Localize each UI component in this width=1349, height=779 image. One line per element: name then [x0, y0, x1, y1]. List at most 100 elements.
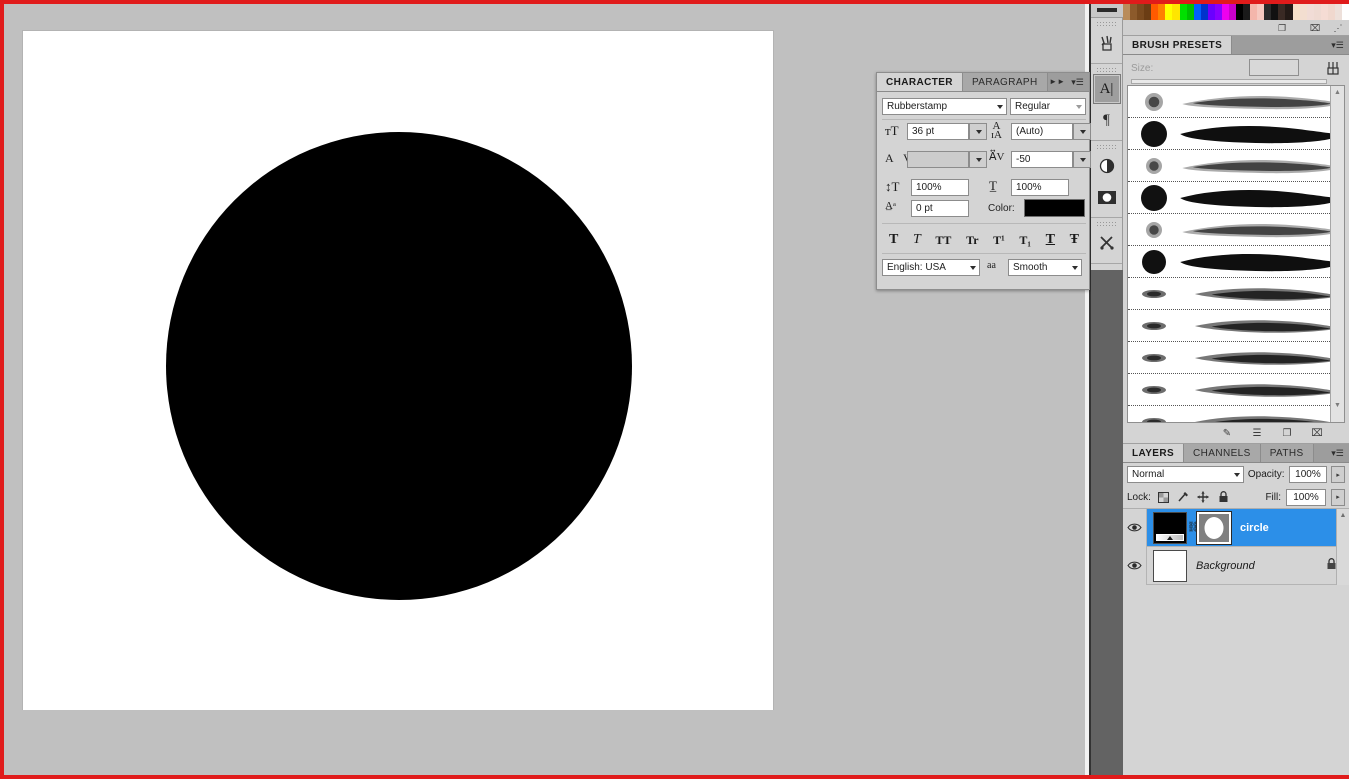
color-swatch[interactable]	[1137, 4, 1145, 20]
layer-row[interactable]: ⛓ circle	[1123, 508, 1349, 547]
leading-dropdown-button[interactable]	[1073, 123, 1091, 140]
layer-thumbnail[interactable]	[1153, 549, 1187, 582]
rail-collapse-button[interactable]	[1091, 4, 1123, 18]
swatches-strip[interactable]	[1123, 4, 1349, 20]
color-swatch[interactable]	[1341, 4, 1349, 20]
brush-preset-row[interactable]	[1128, 118, 1344, 150]
baseline-shift-input[interactable]: 0 pt	[911, 200, 969, 217]
leading-input[interactable]: (Auto)	[1011, 123, 1073, 140]
tab-channels[interactable]: CHANNELS	[1184, 444, 1261, 462]
panel-icon-rail[interactable]: A| ¶	[1091, 4, 1123, 775]
layer-visibility-toggle[interactable]	[1123, 546, 1147, 585]
color-swatch[interactable]	[1130, 4, 1138, 20]
color-swatch[interactable]	[1207, 4, 1215, 20]
kerning-dropdown-button[interactable]	[969, 151, 987, 168]
brush-list-scrollbar[interactable]: ▲ ▼	[1330, 86, 1344, 422]
type-style-buttons[interactable]: T T TT Tr T¹ T₁ T Ŧ	[883, 227, 1085, 253]
paragraph-panel-icon[interactable]: ¶	[1093, 105, 1121, 135]
color-swatch[interactable]	[1285, 4, 1293, 20]
color-swatch[interactable]	[1278, 4, 1286, 20]
color-swatch[interactable]	[1179, 4, 1187, 20]
color-swatch[interactable]	[1172, 4, 1180, 20]
tab-paths[interactable]: PATHS	[1260, 444, 1314, 462]
lock-image-pixels-icon[interactable]	[1176, 490, 1191, 505]
lock-all-icon[interactable]	[1216, 490, 1231, 505]
antialias-select[interactable]: Smooth	[1008, 259, 1082, 276]
tool-presets-icon[interactable]	[1093, 228, 1121, 258]
layer-row[interactable]: Background	[1123, 546, 1349, 585]
adjustments-panel-icon[interactable]	[1093, 151, 1121, 181]
new-brush-icon[interactable]: ❐	[1279, 426, 1295, 440]
color-swatch[interactable]	[1250, 4, 1258, 20]
color-swatch[interactable]	[1214, 4, 1222, 20]
color-swatch[interactable]	[1320, 4, 1328, 20]
circle-shape[interactable]	[166, 132, 632, 600]
document-canvas[interactable]	[23, 31, 773, 710]
layer-list[interactable]: ⛓ circle Background ▲	[1123, 508, 1349, 585]
small-caps-button[interactable]: Tr	[966, 233, 978, 248]
layer-name[interactable]: Background	[1196, 560, 1326, 572]
delete-swatch-icon[interactable]: ⌧	[1308, 21, 1322, 35]
brush-preset-row[interactable]	[1128, 310, 1344, 342]
faux-bold-button[interactable]: T	[889, 232, 898, 248]
kerning-input[interactable]	[907, 151, 969, 168]
brush-panel-icon[interactable]	[1093, 28, 1121, 58]
color-swatch[interactable]	[1221, 4, 1229, 20]
brush-preset-row[interactable]	[1128, 214, 1344, 246]
color-swatch[interactable]	[1200, 4, 1208, 20]
brush-presets-menu-icon[interactable]: ▾☰	[1329, 39, 1346, 52]
rail-grip-dots[interactable]	[1096, 67, 1117, 72]
brush-preset-row[interactable]	[1128, 406, 1344, 422]
font-style-select[interactable]: Regular	[1010, 98, 1086, 115]
brush-size-input[interactable]	[1249, 59, 1299, 76]
color-swatch[interactable]	[1193, 4, 1201, 20]
new-swatch-icon[interactable]: ❐	[1275, 21, 1289, 35]
font-size-input[interactable]: 36 pt	[907, 123, 969, 140]
color-swatch[interactable]	[1257, 4, 1265, 20]
swatches-footer[interactable]: ❐ ⌧ ⋰	[1123, 20, 1349, 36]
character-panel-tabbar[interactable]: CHARACTER PARAGRAPH ►► ▾☰	[877, 73, 1089, 92]
font-family-select[interactable]: Rubberstamp	[882, 98, 1007, 115]
rail-grip-dots[interactable]	[1096, 144, 1117, 149]
color-swatch[interactable]	[1151, 4, 1159, 20]
fill-input[interactable]: 100%	[1286, 488, 1326, 506]
brush-lock-icon[interactable]	[1323, 58, 1343, 78]
collapse-panel-icon[interactable]: ►►	[1049, 77, 1065, 86]
character-panel-menu-icon[interactable]: ▾☰	[1069, 76, 1086, 89]
tab-layers[interactable]: LAYERS	[1123, 444, 1185, 462]
layer-visibility-toggle[interactable]	[1123, 508, 1147, 547]
tracking-input[interactable]: -50	[1011, 151, 1073, 168]
underline-button[interactable]: T	[1046, 232, 1055, 248]
brush-presets-tabbar[interactable]: BRUSH PRESETS ▾☰	[1123, 36, 1349, 55]
layers-lock-row[interactable]: Lock: Fill: 100% ▸	[1123, 486, 1349, 509]
tab-character[interactable]: CHARACTER	[877, 73, 963, 91]
text-color-swatch[interactable]	[1024, 199, 1085, 217]
brush-size-slider[interactable]	[1131, 79, 1327, 84]
fill-stepper-button[interactable]: ▸	[1331, 488, 1345, 506]
all-caps-button[interactable]: TT	[935, 233, 951, 248]
language-select[interactable]: English: USA	[882, 259, 980, 276]
color-swatch[interactable]	[1264, 4, 1272, 20]
scroll-up-icon[interactable]: ▲	[1337, 509, 1349, 521]
scroll-down-icon[interactable]: ▼	[1331, 399, 1344, 412]
color-swatch[interactable]	[1123, 4, 1131, 20]
rail-grip-dots[interactable]	[1096, 221, 1117, 226]
subscript-button[interactable]: T₁	[1019, 233, 1031, 248]
opacity-input[interactable]: 100%	[1288, 466, 1328, 483]
brush-preset-row[interactable]	[1128, 86, 1344, 118]
tracking-dropdown-button[interactable]	[1073, 151, 1091, 168]
brush-preset-row[interactable]	[1128, 374, 1344, 406]
brush-panel-toggle-icon[interactable]: ☰	[1249, 426, 1265, 440]
layers-tabbar[interactable]: LAYERS CHANNELS PATHS ▾☰	[1123, 444, 1349, 463]
color-swatch[interactable]	[1327, 4, 1335, 20]
color-swatch[interactable]	[1313, 4, 1321, 20]
scroll-track[interactable]	[1331, 99, 1344, 399]
color-swatch[interactable]	[1292, 4, 1300, 20]
horizontal-scale-input[interactable]: 100%	[1011, 179, 1069, 196]
color-swatch[interactable]	[1236, 4, 1244, 20]
layer-mask-thumbnail[interactable]	[1196, 510, 1232, 545]
color-swatch[interactable]	[1186, 4, 1194, 20]
superscript-button[interactable]: T¹	[993, 233, 1005, 248]
brush-preset-row[interactable]	[1128, 342, 1344, 374]
color-swatch[interactable]	[1271, 4, 1279, 20]
